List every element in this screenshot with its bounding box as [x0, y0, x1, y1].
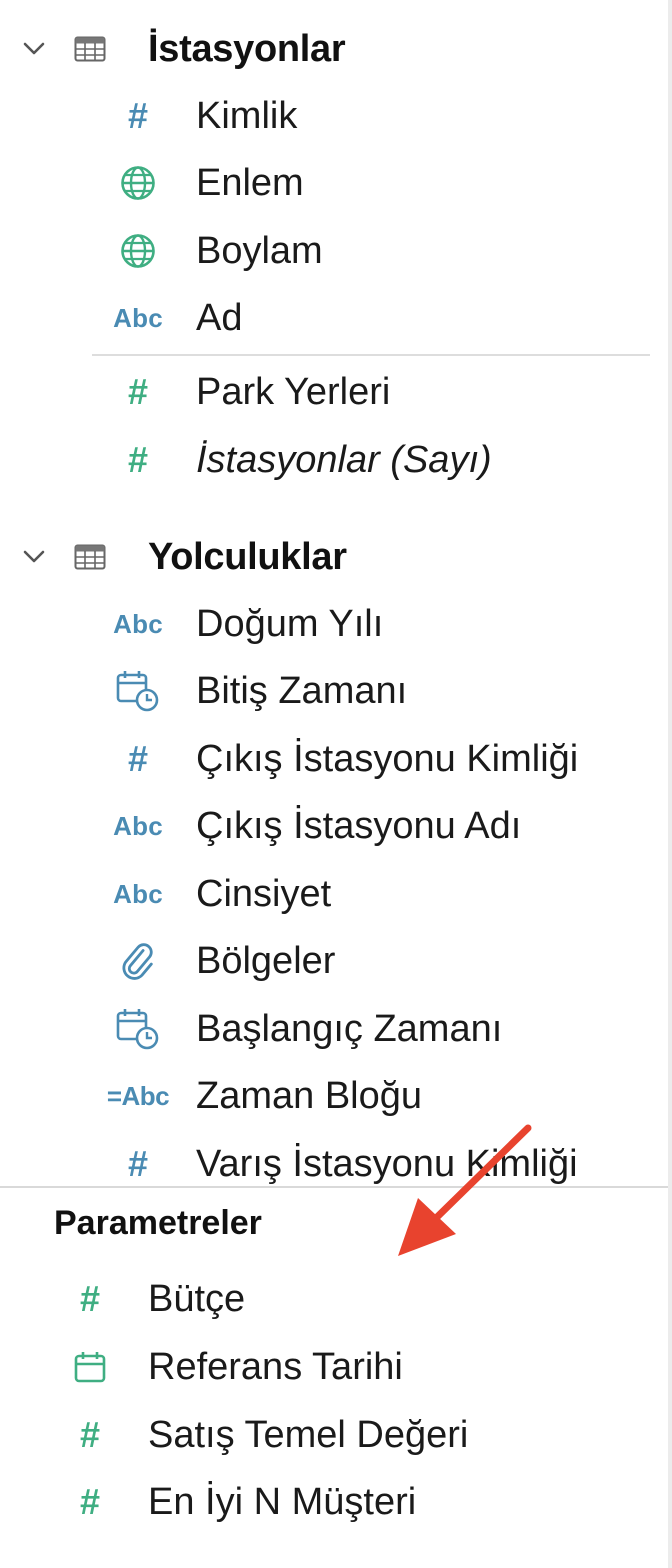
field-row[interactable]: Abc Çıkış İstasyonu Adı — [0, 792, 660, 860]
datetime-icon — [104, 1004, 172, 1054]
field-label: Bitiş Zamanı — [196, 669, 408, 712]
calendar-icon — [56, 1342, 124, 1392]
parameter-label: Satış Temel Değeri — [148, 1413, 469, 1456]
number-icon: # — [127, 1143, 149, 1184]
parameter-label: Bütçe — [148, 1277, 246, 1320]
abc-icon: Abc — [113, 878, 163, 909]
paperclip-icon — [104, 936, 172, 986]
number-icon: # — [127, 439, 149, 480]
datetime-icon — [104, 666, 172, 716]
field-row[interactable]: Boylam — [0, 217, 660, 285]
parameter-row[interactable]: # En İyi N Müşteri — [0, 1468, 660, 1536]
number-icon: # — [127, 95, 149, 136]
field-row[interactable]: Abc Doğum Yılı — [0, 590, 660, 658]
field-row[interactable]: Bitiş Zamanı — [0, 657, 660, 725]
measure-separator — [92, 354, 650, 356]
field-row[interactable]: Bölgeler — [0, 927, 660, 995]
field-label: Varış İstasyonu Kimliği — [196, 1142, 578, 1185]
chevron-down-icon[interactable] — [20, 35, 48, 63]
table-icon — [72, 541, 108, 573]
number-icon: # — [79, 1481, 101, 1522]
table-header-yolculuklar[interactable]: Yolculuklar — [0, 524, 660, 590]
number-icon: # — [127, 738, 149, 779]
field-row[interactable]: =Abc Zaman Bloğu — [0, 1062, 660, 1130]
table-header-istasyonlar[interactable]: İstasyonlar — [0, 16, 660, 82]
abc-icon: Abc — [113, 608, 163, 639]
field-row[interactable]: # Kimlik — [0, 82, 660, 150]
field-label: Zaman Bloğu — [196, 1074, 423, 1117]
field-label: Ad — [196, 296, 243, 339]
field-label: Başlangıç Zamanı — [196, 1007, 503, 1050]
table-icon — [72, 33, 108, 65]
field-label: Çıkış İstasyonu Adı — [196, 804, 522, 847]
chevron-down-icon[interactable] — [20, 543, 48, 571]
parameters-title: Parametreler — [54, 1204, 262, 1242]
data-pane: İstasyonlar # Kimlik Enlem Boylam Abc Ad… — [0, 0, 672, 1568]
abc-icon: Abc — [113, 302, 163, 333]
field-label: Park Yerleri — [196, 370, 391, 413]
field-row[interactable]: # Çıkış İstasyonu Kimliği — [0, 725, 660, 793]
parameter-label: Referans Tarihi — [148, 1345, 403, 1388]
abc-icon: Abc — [113, 810, 163, 841]
field-label: Bölgeler — [196, 939, 336, 982]
parameter-label: En İyi N Müşteri — [148, 1480, 417, 1523]
calculated-abc-icon: =Abc — [106, 1080, 170, 1111]
field-label: Çıkış İstasyonu Kimliği — [196, 737, 579, 780]
parameter-row[interactable]: Referans Tarihi — [0, 1333, 660, 1401]
field-label: Enlem — [196, 161, 304, 204]
parameter-row[interactable]: # Bütçe — [0, 1265, 660, 1333]
field-row[interactable]: Abc Cinsiyet — [0, 860, 660, 928]
globe-icon — [104, 226, 172, 276]
parameters-divider — [0, 1186, 668, 1188]
number-icon: # — [79, 1414, 101, 1455]
table-title: İstasyonlar — [148, 27, 346, 70]
field-row[interactable]: Başlangıç Zamanı — [0, 995, 660, 1063]
parameter-row[interactable]: # Satış Temel Değeri — [0, 1401, 660, 1469]
field-row[interactable]: Abc Ad — [0, 284, 660, 352]
measure-row[interactable]: # Park Yerleri — [0, 358, 660, 426]
globe-icon — [104, 158, 172, 208]
field-label: Kimlik — [196, 94, 298, 137]
field-label: Doğum Yılı — [196, 602, 384, 645]
measure-row[interactable]: # İstasyonlar (Sayı) — [0, 426, 660, 494]
field-label: Boylam — [196, 229, 323, 272]
field-row[interactable]: Enlem — [0, 149, 660, 217]
number-icon: # — [79, 1278, 101, 1319]
field-label: İstasyonlar (Sayı) — [196, 438, 492, 481]
table-title: Yolculuklar — [148, 535, 347, 578]
pane-border — [668, 0, 672, 1568]
number-icon: # — [127, 371, 149, 412]
field-label: Cinsiyet — [196, 872, 332, 915]
